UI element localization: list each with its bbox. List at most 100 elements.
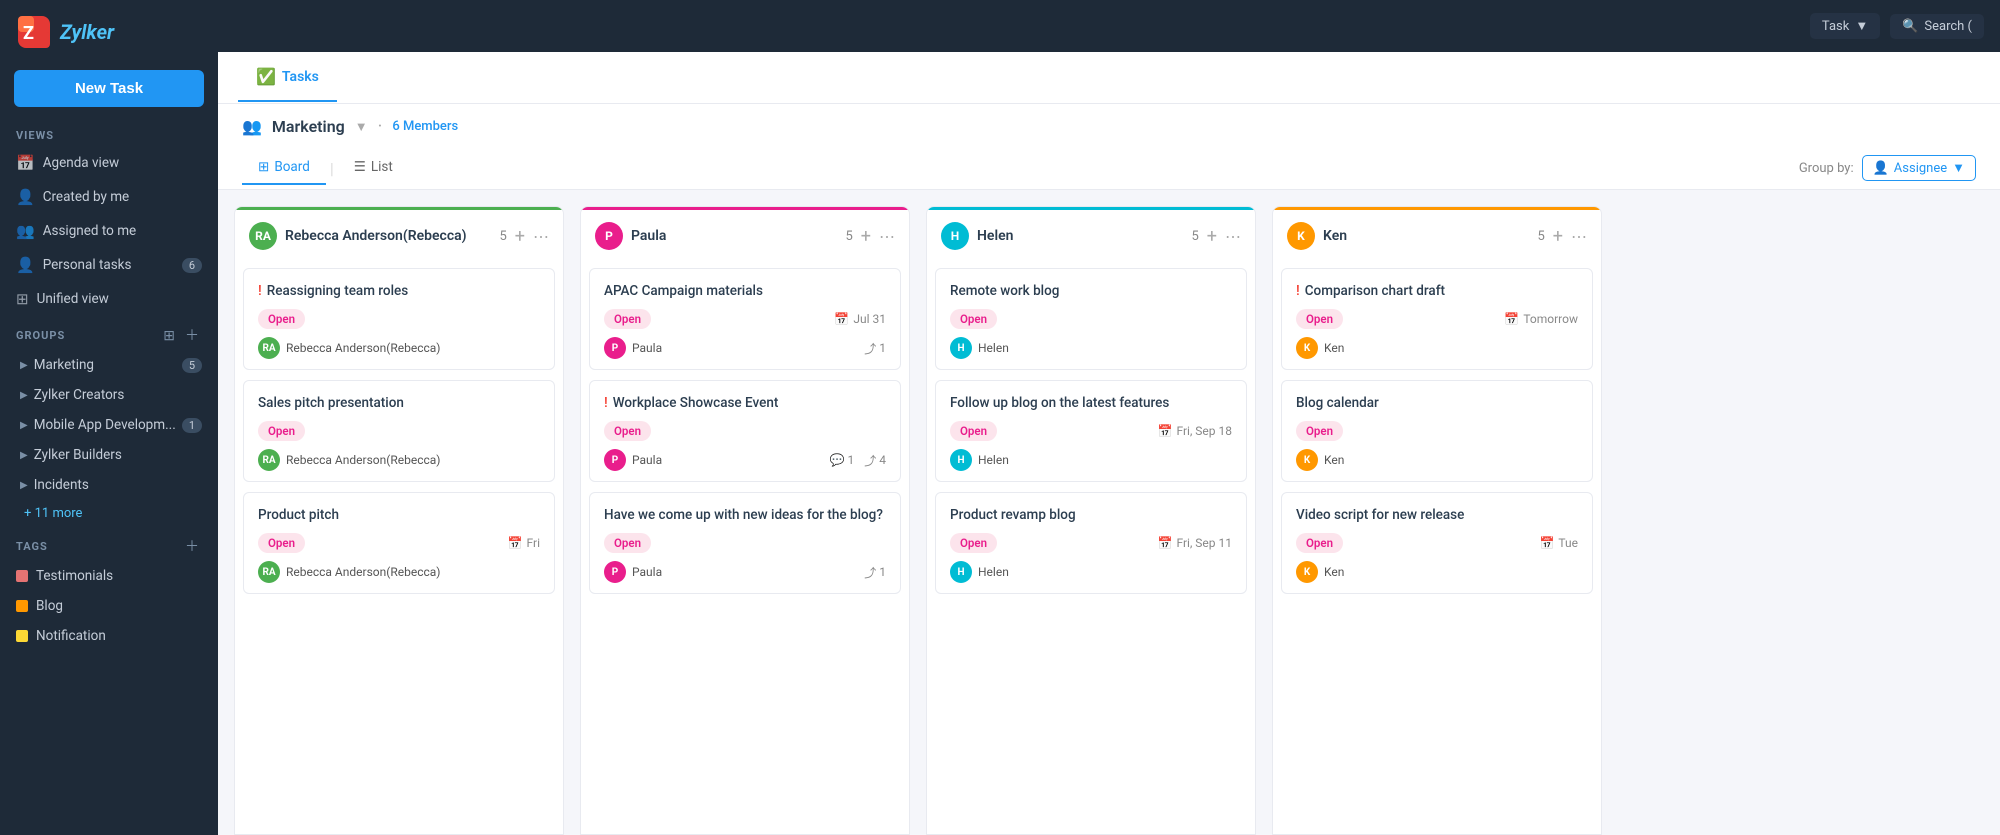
col-add-paula[interactable]: + — [861, 226, 871, 247]
col-count-helen: 5 — [1191, 229, 1198, 244]
task-card[interactable]: !Reassigning team rolesOpenRARebecca And… — [243, 268, 555, 370]
card-comments: 💬 1 — [830, 453, 855, 467]
subtask-icon: ⤴ — [864, 564, 876, 581]
task-card[interactable]: APAC Campaign materialsOpen📅 Jul 31PPaul… — [589, 268, 901, 370]
task-card[interactable]: Product pitchOpen📅 FriRARebecca Anderson… — [243, 492, 555, 594]
task-card[interactable]: Have we come up with new ideas for the b… — [589, 492, 901, 594]
sidebar-item-blog[interactable]: Blog — [0, 591, 218, 621]
col-avatar-helen: H — [941, 222, 969, 250]
card-title: Have we come up with new ideas for the b… — [604, 507, 886, 523]
mobile-app-chevron-icon: ▶ — [20, 420, 28, 431]
groups-add-button[interactable]: ＋ — [182, 324, 202, 346]
card-avatar: RA — [258, 561, 280, 583]
mobile-app-badge: 1 — [182, 418, 202, 433]
sidebar-item-mobile-app-label: Mobile App Developm... — [34, 417, 176, 433]
project-group-icon: 👥 — [242, 117, 262, 136]
col-header-paula: PPaula5+⋯ — [581, 207, 909, 260]
content-area: ✅ Tasks 👥 Marketing ▼ · 6 Members ⊞ Boar… — [218, 52, 2000, 835]
project-name[interactable]: Marketing — [272, 117, 345, 136]
search-button[interactable]: 🔍 Search ( — [1890, 14, 1984, 39]
card-date: 📅 Jul 31 — [834, 312, 886, 326]
task-card[interactable]: !Workplace Showcase EventOpenPPaula💬 1⤴ … — [589, 380, 901, 482]
list-tab[interactable]: ☰ List — [338, 151, 409, 185]
card-status-row: Open📅 Fri — [258, 533, 540, 553]
col-more-ken[interactable]: ⋯ — [1571, 227, 1587, 246]
sidebar-item-assigned-label: Assigned to me — [43, 223, 137, 239]
card-user: KKen — [1296, 337, 1344, 359]
card-title: Video script for new release — [1296, 507, 1578, 523]
task-card[interactable]: Follow up blog on the latest featuresOpe… — [935, 380, 1247, 482]
card-title: !Reassigning team roles — [258, 283, 540, 299]
card-avatar: K — [1296, 561, 1318, 583]
sidebar-item-incidents[interactable]: ▶ Incidents — [0, 470, 218, 500]
col-more-paula[interactable]: ⋯ — [879, 227, 895, 246]
card-username: Helen — [978, 453, 1009, 467]
col-more-rebecca[interactable]: ⋯ — [533, 227, 549, 246]
calendar-icon: 📅 — [1158, 536, 1173, 550]
sidebar-item-unified[interactable]: ⊞ Unified view — [0, 282, 218, 316]
col-count-rebecca: 5 — [499, 229, 506, 244]
task-card[interactable]: Blog calendarOpenKKen — [1281, 380, 1593, 482]
col-name-ken: Ken — [1323, 228, 1529, 244]
sidebar-item-testimonials[interactable]: Testimonials — [0, 561, 218, 591]
col-add-helen[interactable]: + — [1207, 226, 1217, 247]
tags-add-button[interactable]: ＋ — [182, 535, 202, 557]
groups-header: GROUPS ⊞ ＋ — [0, 316, 218, 350]
sidebar-item-notification[interactable]: Notification — [0, 621, 218, 651]
sidebar-item-agenda[interactable]: 📅 Agenda view — [0, 146, 218, 180]
sidebar-item-created[interactable]: 👤 Created by me — [0, 180, 218, 214]
marketing-badge: 5 — [182, 358, 202, 373]
groups-filter-button[interactable]: ⊞ — [160, 324, 178, 346]
card-title: Product pitch — [258, 507, 540, 523]
card-username: Rebecca Anderson(Rebecca) — [286, 341, 440, 355]
tasks-tab[interactable]: ✅ Tasks — [238, 53, 337, 102]
card-username: Paula — [632, 565, 662, 579]
task-card[interactable]: Remote work blogOpenHHelen — [935, 268, 1247, 370]
card-avatar: H — [950, 337, 972, 359]
card-avatar: K — [1296, 449, 1318, 471]
calendar-icon: 📅 — [1504, 312, 1519, 326]
blog-dot — [16, 600, 28, 612]
card-status-row: Open — [950, 309, 1232, 329]
notification-dot — [16, 630, 28, 642]
card-footer: RARebecca Anderson(Rebecca) — [258, 449, 540, 471]
project-separator: · — [378, 116, 383, 137]
board-tab[interactable]: ⊞ Board — [242, 151, 326, 185]
col-cards-paula: APAC Campaign materialsOpen📅 Jul 31PPaul… — [581, 260, 909, 834]
subtask-icon: ⤴ — [864, 452, 876, 469]
card-avatar: RA — [258, 449, 280, 471]
card-avatar: P — [604, 561, 626, 583]
sidebar-item-zylker-builders[interactable]: ▶ Zylker Builders — [0, 440, 218, 470]
topbar: Task ▼ 🔍 Search ( — [218, 0, 2000, 52]
more-groups-link[interactable]: + 11 more — [0, 500, 218, 527]
card-status-row: Open📅 Fri, Sep 18 — [950, 421, 1232, 441]
priority-icon: ! — [1296, 283, 1300, 299]
status-badge: Open — [604, 533, 651, 553]
sidebar-item-marketing[interactable]: ▶ Marketing 5 — [0, 350, 218, 380]
groupby-select[interactable]: 👤 Assignee ▼ — [1862, 155, 1976, 181]
svg-text:Z: Z — [23, 23, 34, 44]
board-col-helen: HHelen5+⋯Remote work blogOpenHHelenFollo… — [926, 206, 1256, 835]
project-members-label[interactable]: 6 Members — [392, 119, 458, 134]
task-card[interactable]: !Comparison chart draftOpen📅 TomorrowKKe… — [1281, 268, 1593, 370]
col-cards-ken: !Comparison chart draftOpen📅 TomorrowKKe… — [1273, 260, 1601, 834]
col-more-helen[interactable]: ⋯ — [1225, 227, 1241, 246]
zylker-creators-chevron-icon: ▶ — [20, 390, 28, 401]
task-card[interactable]: Product revamp blogOpen📅 Fri, Sep 11HHel… — [935, 492, 1247, 594]
card-avatar: K — [1296, 337, 1318, 359]
status-badge: Open — [950, 533, 997, 553]
new-task-button[interactable]: New Task — [14, 70, 204, 107]
col-add-rebecca[interactable]: + — [515, 226, 525, 247]
card-meta: 💬 1⤴ 4 — [830, 452, 886, 469]
sidebar-item-mobile-app[interactable]: ▶ Mobile App Developm... 1 — [0, 410, 218, 440]
task-dropdown[interactable]: Task ▼ — [1810, 13, 1880, 39]
task-card[interactable]: Sales pitch presentationOpenRARebecca An… — [243, 380, 555, 482]
sidebar-item-zylker-creators[interactable]: ▶ Zylker Creators — [0, 380, 218, 410]
card-date: 📅 Fri — [508, 536, 540, 550]
card-footer: PPaula💬 1⤴ 4 — [604, 449, 886, 471]
col-add-ken[interactable]: + — [1553, 226, 1563, 247]
views-section-label: VIEWS — [0, 121, 218, 146]
sidebar-item-assigned[interactable]: 👥 Assigned to me — [0, 214, 218, 248]
sidebar-item-personal[interactable]: 👤 Personal tasks 6 — [0, 248, 218, 282]
task-card[interactable]: Video script for new releaseOpen📅 TueKKe… — [1281, 492, 1593, 594]
